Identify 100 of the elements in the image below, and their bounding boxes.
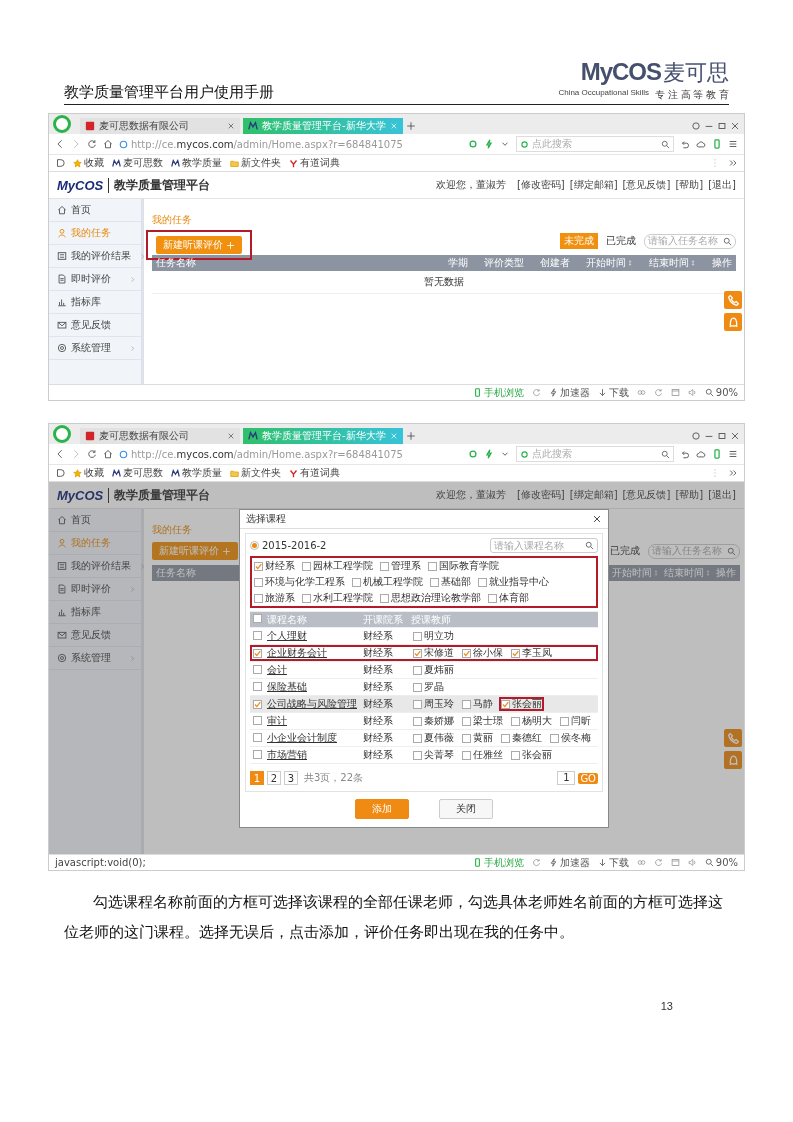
checkbox[interactable] <box>462 699 471 709</box>
status-bar-item[interactable]: 加速器 <box>548 385 590 400</box>
checkbox[interactable] <box>462 750 471 760</box>
bookmark-link[interactable]: 教学质量 <box>171 466 222 480</box>
checkbox[interactable] <box>302 561 311 571</box>
checkbox[interactable] <box>413 682 422 692</box>
filter-tab[interactable]: 已完成 <box>606 543 644 559</box>
teacher-option[interactable]: 黄丽 <box>460 731 495 745</box>
course-link[interactable]: 保险基础 <box>267 680 363 694</box>
teacher-option[interactable]: 尖菁琴 <box>411 748 456 762</box>
status-bar-item[interactable]: 下载 <box>597 385 629 400</box>
close-button[interactable]: 关闭 <box>439 799 493 819</box>
checkbox[interactable] <box>550 733 559 743</box>
sidebar-item[interactable]: 首页 <box>49 199 141 222</box>
sidebar-item[interactable]: 指标库 <box>49 601 141 624</box>
checkbox[interactable] <box>478 577 487 587</box>
checkbox[interactable] <box>253 732 262 742</box>
checkbox[interactable] <box>253 630 262 640</box>
checkbox[interactable] <box>380 593 389 603</box>
header-link[interactable]: [帮助] <box>675 488 704 502</box>
checkbox[interactable] <box>413 699 422 709</box>
status-bar-item[interactable]: 90% <box>704 857 738 868</box>
checkbox[interactable] <box>511 716 520 726</box>
bookmark-link[interactable]: 新文件夹 <box>230 156 281 170</box>
sidebar-item[interactable]: 意见反馈 <box>49 314 141 337</box>
checkbox[interactable] <box>254 561 263 571</box>
header-link[interactable]: [退出] <box>708 488 736 502</box>
teacher-option[interactable]: 宋修道 <box>411 646 456 660</box>
bookmark-link[interactable]: 收藏 <box>73 466 104 480</box>
bookmark-link[interactable]: 有道词典 <box>289 156 340 170</box>
checkbox[interactable] <box>413 716 422 726</box>
page-button[interactable]: 3 <box>284 771 298 785</box>
teacher-option[interactable]: 任雅丝 <box>460 748 505 762</box>
course-link[interactable]: 公司战略与风险管理 <box>267 697 363 711</box>
browser-tab[interactable]: 麦可思数据有限公司 <box>80 428 240 444</box>
checkbox[interactable] <box>413 648 422 658</box>
semester-radio[interactable] <box>250 541 259 550</box>
header-link[interactable]: [绑定邮箱] <box>569 488 618 502</box>
checkbox[interactable] <box>413 750 422 760</box>
header-link[interactable]: [意见反馈] <box>622 178 671 192</box>
status-bar-item[interactable]: 下载 <box>597 855 629 870</box>
checkbox[interactable] <box>413 665 422 675</box>
bookmark-link[interactable]: 麦可思数 <box>112 156 163 170</box>
checkbox[interactable] <box>428 561 437 571</box>
header-link[interactable]: [修改密码] <box>516 488 565 502</box>
sidebar-item[interactable]: 系统管理 <box>49 337 141 360</box>
checkbox[interactable] <box>430 577 439 587</box>
teacher-option[interactable]: 杨明大 <box>509 714 554 728</box>
course-link[interactable]: 小企业会计制度 <box>267 731 363 745</box>
course-link[interactable]: 企业财务会计 <box>267 646 363 660</box>
filter-tab[interactable]: 已完成 <box>602 233 640 249</box>
address-field[interactable]: http://ce.mycos.com/admin/Home.aspx?r=684841075 <box>119 136 462 152</box>
teacher-option[interactable]: 秦德红 <box>499 731 544 745</box>
bookmark-link[interactable]: 收藏 <box>73 156 104 170</box>
course-link[interactable]: 个人理财 <box>267 629 363 643</box>
teacher-option[interactable]: 侯冬梅 <box>548 731 593 745</box>
course-link[interactable]: 市场营销 <box>267 748 363 762</box>
address-field[interactable]: http://ce.mycos.com/admin/Home.aspx?r=684841075 <box>119 446 462 462</box>
page-button[interactable]: 2 <box>267 771 281 785</box>
bookmark-link[interactable]: 有道词典 <box>289 466 340 480</box>
course-link[interactable]: 会计 <box>267 663 363 677</box>
checkbox[interactable] <box>511 648 520 658</box>
bookmark-link[interactable]: 教学质量 <box>171 156 222 170</box>
checkbox[interactable] <box>413 733 422 743</box>
checkbox[interactable] <box>462 648 471 658</box>
bookmark-link[interactable]: 新文件夹 <box>230 466 281 480</box>
header-link[interactable]: [绑定邮箱] <box>569 178 618 192</box>
teacher-option[interactable]: 张会丽 <box>499 697 544 711</box>
sidebar-item[interactable]: 意见反馈 <box>49 624 141 647</box>
teacher-option[interactable]: 马静 <box>460 697 495 711</box>
teacher-option[interactable]: 张会丽 <box>509 748 554 762</box>
checkbox[interactable] <box>254 593 263 603</box>
checkbox[interactable] <box>302 593 311 603</box>
browser-tab[interactable]: 麦可思数据有限公司 <box>80 118 240 134</box>
checkbox[interactable] <box>380 561 389 571</box>
checkbox[interactable] <box>488 593 497 603</box>
page-input[interactable]: 1 <box>557 771 576 785</box>
checkbox[interactable] <box>462 733 471 743</box>
select-all-checkbox[interactable] <box>253 614 262 623</box>
checkbox[interactable] <box>413 631 422 641</box>
checkbox[interactable] <box>253 749 262 759</box>
teacher-option[interactable]: 夏伟薇 <box>411 731 456 745</box>
status-bar-item[interactable]: 90% <box>704 387 738 398</box>
checkbox[interactable] <box>253 681 262 691</box>
checkbox[interactable] <box>501 733 510 743</box>
course-link[interactable]: 审计 <box>267 714 363 728</box>
checkbox[interactable] <box>511 750 520 760</box>
bookmark-link[interactable]: 麦可思数 <box>112 466 163 480</box>
checkbox[interactable] <box>462 716 471 726</box>
sidebar-item[interactable]: 首页 <box>49 509 141 532</box>
checkbox[interactable] <box>501 699 510 709</box>
teacher-option[interactable]: 秦娇娜 <box>411 714 456 728</box>
teacher-option[interactable]: 周玉玲 <box>411 697 456 711</box>
checkbox[interactable] <box>560 716 569 726</box>
checkbox[interactable] <box>254 577 263 587</box>
header-link[interactable]: [退出] <box>708 178 736 192</box>
header-link[interactable]: [修改密码] <box>516 178 565 192</box>
status-bar-item[interactable]: 加速器 <box>548 855 590 870</box>
teacher-option[interactable]: 徐小保 <box>460 646 505 660</box>
sidebar-item[interactable]: 即时评价 <box>49 578 141 601</box>
